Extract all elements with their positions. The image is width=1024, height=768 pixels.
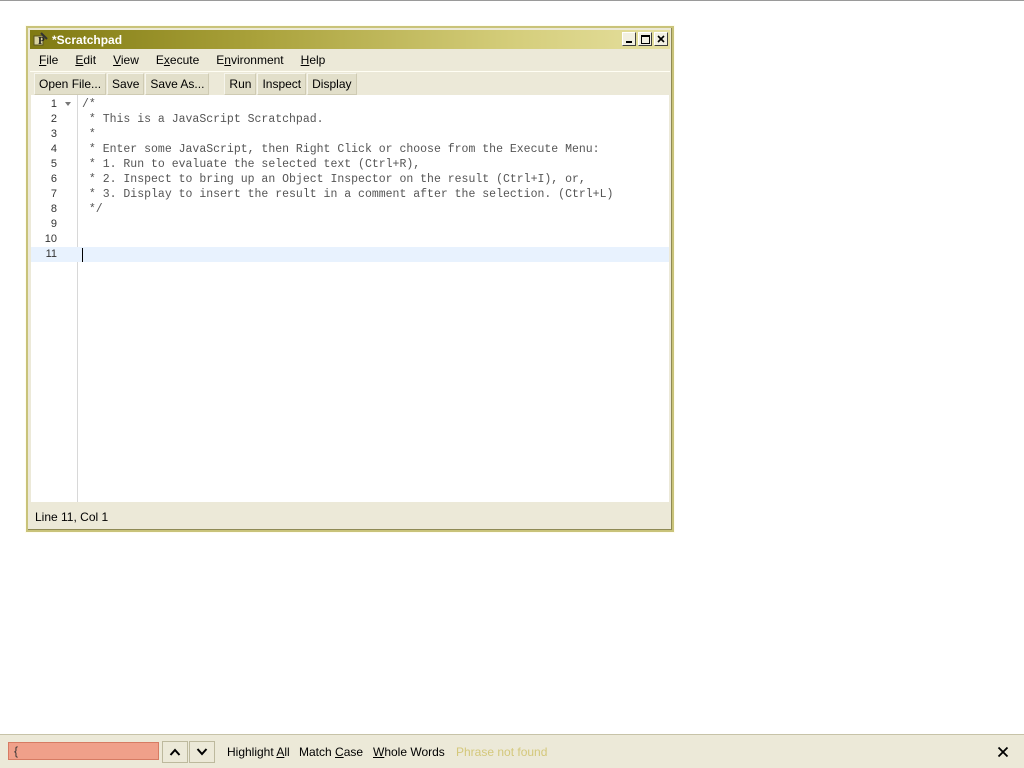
cursor-position: Line 11, Col 1 (35, 510, 109, 524)
minimize-button[interactable] (622, 32, 636, 46)
title-bar[interactable]: P *Scratchpad (30, 30, 670, 49)
whole-words-accel: W (373, 745, 385, 759)
window-controls (622, 32, 668, 46)
scratchpad-app-icon[interactable]: P (33, 32, 48, 47)
save-button[interactable]: Save (107, 72, 145, 95)
line-number: 3 (50, 128, 57, 140)
menu-view[interactable]: View (104, 53, 147, 67)
menu-environment-post: vironment (230, 52, 284, 67)
chevron-up-icon (169, 748, 181, 756)
editor-line[interactable]: 8 */ (31, 202, 669, 217)
highlight-all-toggle[interactable]: Highlight All (227, 745, 290, 759)
find-input[interactable] (8, 742, 159, 760)
menu-environment[interactable]: Environment (207, 53, 291, 67)
menu-bar: File Edit View Execute Environment Help (30, 49, 670, 70)
code-text: */ (82, 203, 103, 216)
line-number: 6 (50, 173, 57, 185)
whole-words-post: hole Words (384, 745, 445, 759)
menu-view-post: iew (120, 52, 139, 67)
menu-help[interactable]: Help (292, 53, 334, 67)
editor-line[interactable]: 2 * This is a JavaScript Scratchpad. (31, 112, 669, 127)
code-text: /* (82, 98, 96, 111)
fold-toggle-icon[interactable] (65, 102, 71, 106)
display-button[interactable]: Display (307, 72, 357, 95)
code-text: * Enter some JavaScript, then Right Clic… (82, 143, 600, 156)
editor-line[interactable]: 1 /* (31, 97, 669, 112)
close-icon (997, 746, 1009, 758)
code-text: * 1. Run to evaluate the selected text (… (82, 158, 421, 171)
screen-top-border (0, 0, 1024, 1)
text-caret (82, 248, 83, 262)
open-file-button[interactable]: Open File... (34, 72, 107, 95)
highlight-all-pre: Highlight (227, 745, 277, 759)
code-text: * 3. Display to insert the result in a c… (82, 188, 614, 201)
chevron-down-icon (196, 748, 208, 756)
menu-help-post: elp (309, 52, 326, 67)
menu-view-accel: V (113, 52, 121, 67)
menu-edit[interactable]: Edit (66, 53, 104, 67)
editor-line[interactable]: 11 (31, 247, 669, 262)
editor-line[interactable]: 10 (31, 232, 669, 247)
close-icon (657, 35, 665, 43)
maximize-button[interactable] (638, 32, 652, 46)
whole-words-toggle[interactable]: Whole Words (373, 745, 445, 759)
run-button[interactable]: Run (224, 72, 257, 95)
editor-line[interactable]: 5 * 1. Run to evaluate the selected text… (31, 157, 669, 172)
find-close-button[interactable] (995, 744, 1011, 760)
match-case-toggle[interactable]: Match Case (299, 745, 363, 759)
match-case-post: ase (343, 745, 364, 759)
menu-execute[interactable]: Execute (147, 53, 207, 67)
editor-line[interactable]: 4 * Enter some JavaScript, then Right Cl… (31, 142, 669, 157)
menu-environment-accel: n (224, 52, 231, 67)
minimize-icon (626, 41, 632, 43)
code-text: * (82, 128, 96, 141)
toolbar: Open File... Save Save As... Run Inspect… (30, 71, 670, 95)
find-status-message: Phrase not found (456, 745, 548, 759)
highlight-all-post: ll (284, 745, 290, 759)
menu-execute-pre: E (155, 52, 164, 67)
line-number: 7 (50, 188, 57, 200)
find-next-button[interactable] (189, 741, 215, 763)
editor-line[interactable]: 7 * 3. Display to insert the result in a… (31, 187, 669, 202)
menu-file-post: ile (46, 52, 59, 67)
close-button[interactable] (654, 32, 668, 46)
line-number: 2 (50, 113, 57, 125)
line-number: 10 (44, 233, 57, 245)
editor-lines: 1/* 2 * This is a JavaScript Scratchpad. 3… (31, 97, 669, 262)
status-bar: Line 11, Col 1 (30, 506, 670, 528)
line-number: 4 (50, 143, 57, 155)
line-number: 11 (45, 248, 57, 260)
code-text: * 2. Inspect to bring up an Object Inspe… (82, 173, 586, 186)
menu-execute-post: ecute (169, 52, 200, 67)
line-number: 9 (50, 218, 57, 230)
scratchpad-window: P *Scratchpad File Edit View Execute Env… (26, 26, 674, 532)
save-as-button[interactable]: Save As... (145, 72, 210, 95)
code-editor[interactable]: 1/* 2 * This is a JavaScript Scratchpad. 3… (31, 95, 669, 502)
find-previous-button[interactable] (162, 741, 188, 763)
match-case-pre: Match (299, 745, 336, 759)
line-number: 1 (50, 98, 57, 110)
maximize-icon (640, 34, 650, 44)
line-number: 5 (50, 158, 57, 170)
inspect-button[interactable]: Inspect (257, 72, 307, 95)
match-case-accel: C (335, 745, 344, 759)
window-title: *Scratchpad (52, 33, 123, 47)
line-number: 8 (50, 203, 57, 215)
code-text: * This is a JavaScript Scratchpad. (82, 113, 324, 126)
find-bar: Highlight All Match Case Whole Words Phr… (0, 734, 1024, 768)
editor-line[interactable]: 9 (31, 217, 669, 232)
editor-line[interactable]: 6 * 2. Inspect to bring up an Object Ins… (31, 172, 669, 187)
menu-edit-post: dit (83, 52, 97, 67)
menu-file[interactable]: File (30, 53, 66, 67)
editor-line[interactable]: 3 * (31, 127, 669, 142)
menu-help-accel: H (300, 52, 310, 67)
